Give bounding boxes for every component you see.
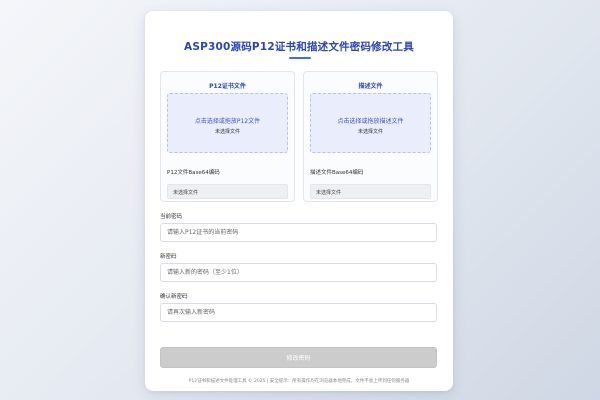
title-underline [289, 57, 311, 59]
confirm-password-label: 确认新密码 [160, 294, 188, 300]
change-password-button[interactable]: 修改密码 [160, 347, 437, 368]
confirm-password-input[interactable] [160, 303, 437, 322]
p12-base64-output: 未选择文件 [167, 184, 288, 199]
footer-note: P12证书和描述文件处理工具 © 2025 | 安全提示：所有操作均在浏览器本地… [188, 379, 410, 384]
p12-panel-title: P12证书文件 [209, 83, 246, 90]
new-password-label: 新密码 [160, 254, 177, 260]
current-password-label: 当前密码 [160, 214, 183, 220]
p12-drop-prompt: 点击选择或拖放P12文件 [194, 118, 261, 125]
p12-base64-label: P12文件Base64编码 [167, 170, 220, 176]
profile-base64-output: 未选择文件 [310, 184, 431, 199]
profile-base64-label: 描述文件Base64编码 [310, 170, 364, 176]
profile-drop-prompt: 点击选择或拖放描述文件 [337, 118, 404, 125]
p12-dropzone[interactable]: 点击选择或拖放P12文件 未选择文件 [167, 93, 288, 153]
tool-card: ASP300源码P12证书和描述文件密码修改工具 P12证书文件 点击选择或拖放… [145, 11, 453, 391]
profile-panel: 描述文件 点击选择或拖放描述文件 未选择文件 描述文件Base64编码 未选择文… [303, 71, 438, 202]
profile-file-status: 未选择文件 [357, 129, 383, 135]
profile-dropzone[interactable]: 点击选择或拖放描述文件 未选择文件 [310, 93, 431, 153]
p12-file-status: 未选择文件 [214, 129, 240, 135]
profile-panel-title: 描述文件 [358, 83, 383, 90]
current-password-input[interactable] [160, 223, 437, 242]
new-password-input[interactable] [160, 263, 437, 282]
p12-panel: P12证书文件 点击选择或拖放P12文件 未选择文件 P12文件Base64编码… [160, 71, 295, 202]
page-title: ASP300源码P12证书和描述文件密码修改工具 [184, 41, 414, 53]
